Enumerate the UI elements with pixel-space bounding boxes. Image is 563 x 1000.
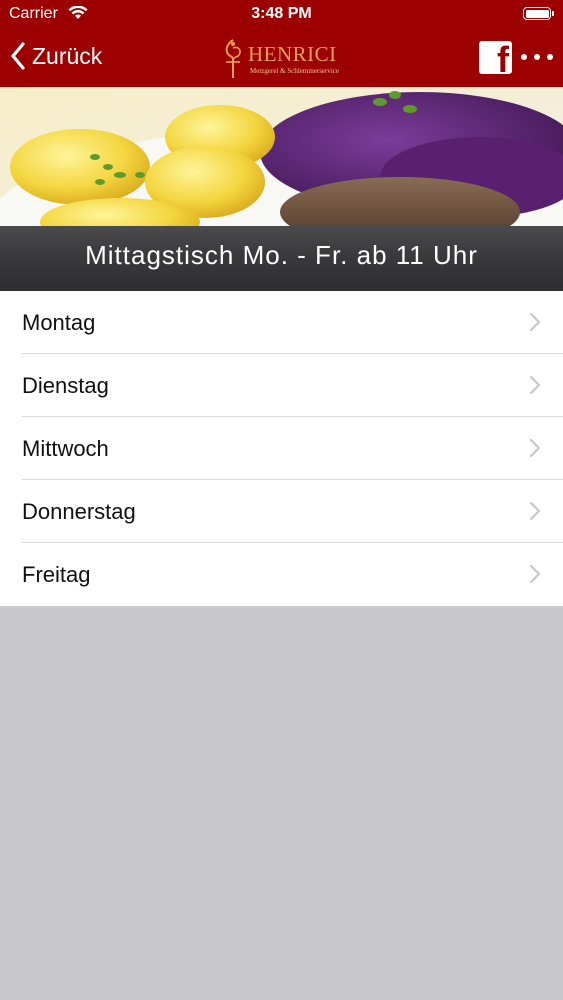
list-item-donnerstag[interactable]: Donnerstag [0, 480, 563, 543]
list-item-dienstag[interactable]: Dienstag [0, 354, 563, 417]
day-label: Montag [22, 310, 96, 335]
chevron-right-icon [529, 375, 541, 400]
food-photo [0, 87, 563, 227]
logo-emblem-icon [220, 38, 246, 85]
facebook-button[interactable]: f [479, 41, 512, 74]
chevron-right-icon [529, 501, 541, 526]
hero-banner: Mittagstisch Mo. - Fr. ab 11 Uhr [0, 87, 563, 291]
chevron-right-icon [529, 312, 541, 337]
back-label: Zurück [32, 42, 103, 69]
day-label: Freitag [22, 562, 91, 587]
lunch-hours-title: Mittagstisch Mo. - Fr. ab 11 Uhr [85, 240, 478, 270]
logo-subtitle: Metzgerei & Schlemmerservice [250, 67, 340, 75]
day-label: Donnerstag [22, 499, 136, 524]
more-icon [521, 54, 553, 60]
list-item-mittwoch[interactable]: Mittwoch [0, 417, 563, 480]
logo-title: HENRICI [248, 42, 337, 66]
henrici-logo: HENRICI Metzgerei & Schlemmerservice [220, 38, 350, 82]
status-bar: Carrier 3:48 PM [0, 0, 563, 30]
chevron-right-icon [529, 438, 541, 463]
status-time: 3:48 PM [251, 5, 312, 22]
list-item-montag[interactable]: Montag [0, 291, 563, 354]
more-button[interactable] [521, 50, 553, 64]
back-button[interactable]: Zurück [10, 40, 102, 72]
chevron-right-icon [529, 564, 541, 589]
list-item-freitag[interactable]: Freitag [0, 543, 563, 606]
navigation-bar: Carrier 3:48 PM Zurück HENRICI Metzgerei… [0, 0, 563, 87]
battery-icon [523, 7, 554, 20]
day-label: Mittwoch [22, 436, 109, 461]
back-chevron-icon [10, 42, 26, 70]
facebook-icon: f [497, 41, 509, 75]
day-label: Dienstag [22, 373, 109, 398]
weekday-list: Montag Dienstag Mittwoch Donnerstag Frei… [0, 291, 563, 606]
